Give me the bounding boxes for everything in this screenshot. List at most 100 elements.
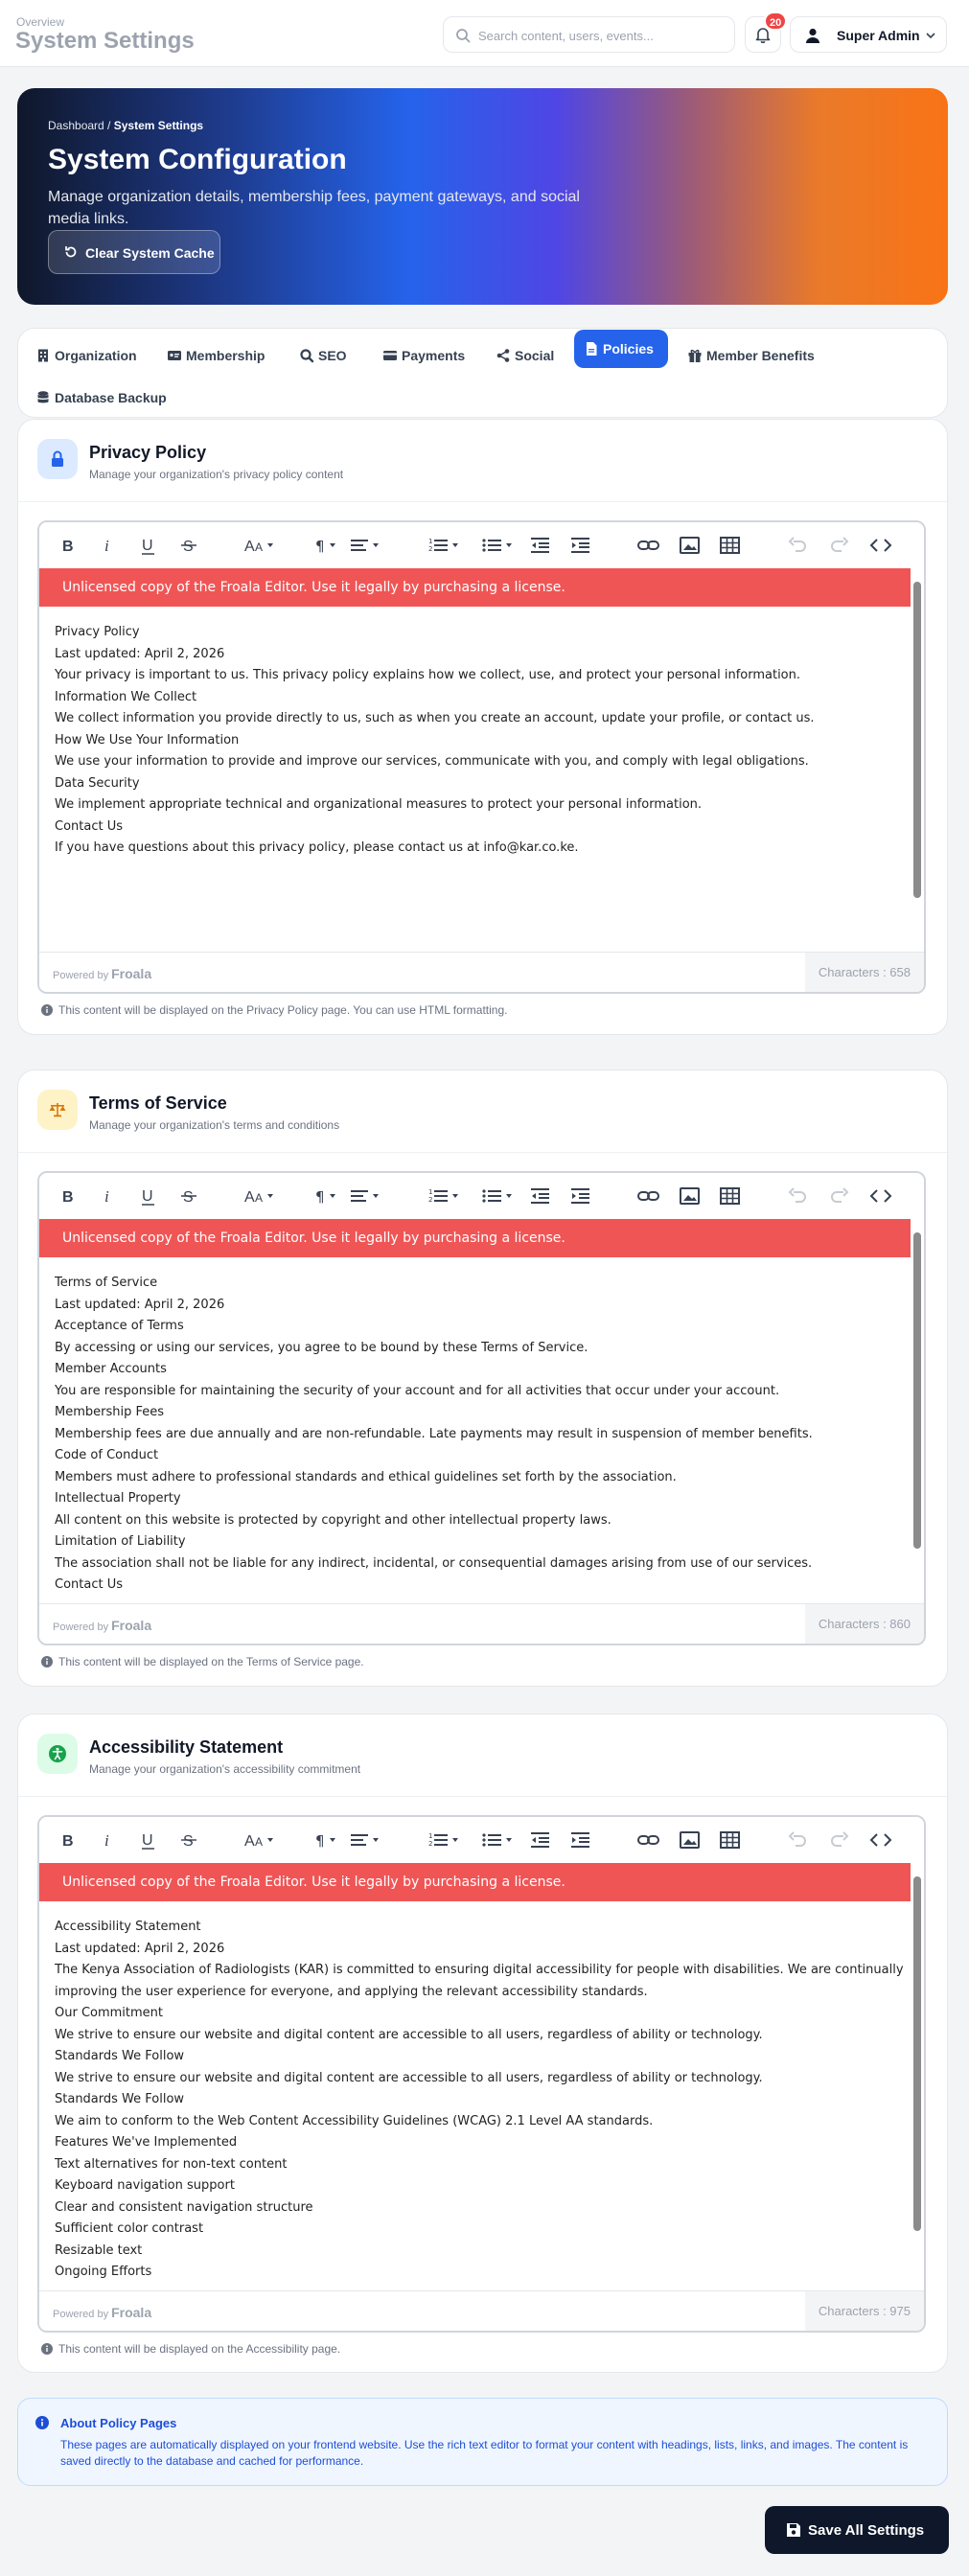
license-banner[interactable]: Unlicensed copy of the Froala Editor. Us… xyxy=(39,1219,911,1257)
svg-text:A: A xyxy=(244,1833,255,1850)
svg-text:i: i xyxy=(104,537,109,555)
tab-seo[interactable]: SEO xyxy=(289,336,358,375)
ordered-list-icon[interactable]: 12 xyxy=(428,1184,461,1208)
scroll-thumb[interactable] xyxy=(913,582,921,898)
redo-icon[interactable] xyxy=(829,1184,850,1208)
bold-icon[interactable]: B xyxy=(60,1828,76,1852)
code-view-icon[interactable] xyxy=(869,534,892,557)
underline-icon[interactable]: U xyxy=(141,1184,156,1208)
save-all-settings-button[interactable]: Save All Settings xyxy=(765,2506,949,2554)
undo-icon[interactable] xyxy=(787,534,808,557)
strikethrough-icon[interactable]: S xyxy=(181,1828,196,1852)
content-line: Features We've Implemented xyxy=(55,2135,238,2150)
powered-by[interactable]: Powered by Froala xyxy=(53,1618,151,1633)
svg-text:A: A xyxy=(244,1189,255,1206)
strikethrough-icon[interactable]: S xyxy=(181,534,196,557)
code-view-icon[interactable] xyxy=(869,1828,892,1852)
user-menu-button[interactable]: Super Admin xyxy=(790,16,947,53)
outdent-icon[interactable] xyxy=(530,1184,551,1208)
italic-icon[interactable]: i xyxy=(103,1828,114,1852)
topbar-breadcrumb[interactable]: Overview xyxy=(16,15,64,29)
undo-icon[interactable] xyxy=(787,1184,808,1208)
redo-icon[interactable] xyxy=(829,534,850,557)
indent-icon[interactable] xyxy=(570,1828,591,1852)
underline-icon[interactable]: U xyxy=(141,534,156,557)
unordered-list-icon[interactable] xyxy=(482,1828,515,1852)
license-banner[interactable]: Unlicensed copy of the Froala Editor. Us… xyxy=(39,1863,911,1901)
outdent-icon[interactable] xyxy=(530,534,551,557)
align-icon[interactable] xyxy=(350,1828,382,1852)
editor-scrollbar[interactable] xyxy=(911,1863,924,2290)
content-line: You are responsible for maintaining the … xyxy=(55,1383,780,1398)
tab-organization[interactable]: Organization xyxy=(26,336,150,375)
indent-icon[interactable] xyxy=(570,534,591,557)
terms-of-service-editor[interactable]: B i U S AA ¶ 12 Unlicensed copy of the F… xyxy=(37,1171,926,1645)
powered-by[interactable]: Powered by Froala xyxy=(53,966,151,981)
paragraph-format-icon[interactable]: ¶ xyxy=(315,1828,338,1852)
bold-icon[interactable]: B xyxy=(60,534,76,557)
editor-scrollbar[interactable] xyxy=(911,568,924,950)
tab-member-benefits[interactable]: Member Benefits xyxy=(678,336,821,375)
editor-content[interactable]: Privacy Policy Last updated: April 2, 20… xyxy=(55,622,908,881)
editor-content[interactable]: Accessibility Statement Last updated: Ap… xyxy=(55,1917,908,2288)
strikethrough-icon[interactable]: S xyxy=(181,1184,196,1208)
search-input[interactable] xyxy=(478,25,727,46)
table-icon[interactable] xyxy=(720,1184,741,1208)
search-icon xyxy=(300,349,314,363)
font-size-icon[interactable]: AA xyxy=(244,534,277,557)
license-banner[interactable]: Unlicensed copy of the Froala Editor. Us… xyxy=(39,568,911,607)
bold-icon[interactable]: B xyxy=(60,1184,76,1208)
accessibility-statement-editor[interactable]: B i U S AA ¶ 12 Unlicensed copy of the F… xyxy=(37,1815,926,2333)
ordered-list-icon[interactable]: 12 xyxy=(428,534,461,557)
ordered-list-icon[interactable]: 12 xyxy=(428,1828,461,1852)
font-size-icon[interactable]: AA xyxy=(244,1828,277,1852)
content-line: Contact Us xyxy=(55,818,123,834)
breadcrumb-dashboard[interactable]: Dashboard xyxy=(48,119,104,132)
character-count: Characters : 658 xyxy=(804,953,924,992)
italic-icon[interactable]: i xyxy=(103,534,114,557)
file-icon xyxy=(587,342,597,356)
clear-cache-button[interactable]: Clear System Cache xyxy=(48,230,220,274)
content-line: Member Accounts xyxy=(55,1362,167,1376)
svg-text:S: S xyxy=(183,1833,194,1850)
link-icon[interactable] xyxy=(637,1828,660,1852)
unordered-list-icon[interactable] xyxy=(482,534,515,557)
font-size-icon[interactable]: AA xyxy=(244,1184,277,1208)
align-icon[interactable] xyxy=(350,534,382,557)
editor-scrollbar[interactable] xyxy=(911,1219,924,1602)
tab-membership[interactable]: Membership xyxy=(157,336,282,375)
tab-social[interactable]: Social xyxy=(486,336,565,375)
table-icon[interactable] xyxy=(720,534,741,557)
scroll-thumb[interactable] xyxy=(913,1876,921,2231)
image-icon[interactable] xyxy=(680,1184,701,1208)
underline-icon[interactable]: U xyxy=(141,1828,156,1852)
tab-policies[interactable]: Policies xyxy=(574,330,668,368)
code-view-icon[interactable] xyxy=(869,1184,892,1208)
notifications-button[interactable]: 20 xyxy=(745,12,788,53)
privacy-policy-editor[interactable]: B i U S AA ¶ 12 Unlicensed copy of the F… xyxy=(37,520,926,994)
link-icon[interactable] xyxy=(637,1184,660,1208)
editor-content[interactable]: Terms of Service Last updated: April 2, … xyxy=(55,1273,908,1601)
table-icon[interactable] xyxy=(720,1828,741,1852)
tab-payments[interactable]: Payments xyxy=(373,336,478,375)
content-line: The association shall not be liable for … xyxy=(55,1555,813,1571)
align-icon[interactable] xyxy=(350,1184,382,1208)
italic-icon[interactable]: i xyxy=(103,1184,114,1208)
redo-icon[interactable] xyxy=(829,1828,850,1852)
image-icon[interactable] xyxy=(680,534,701,557)
outdent-icon[interactable] xyxy=(530,1828,551,1852)
scroll-thumb[interactable] xyxy=(913,1232,921,1549)
image-icon[interactable] xyxy=(680,1828,701,1852)
undo-icon[interactable] xyxy=(787,1828,808,1852)
hero-title: System Configuration xyxy=(48,144,347,175)
indent-icon[interactable] xyxy=(570,1184,591,1208)
powered-by[interactable]: Powered by Froala xyxy=(53,2305,151,2320)
search-box[interactable] xyxy=(443,16,735,53)
tab-database-backup[interactable]: Database Backup xyxy=(26,379,170,417)
tab-label: Database Backup xyxy=(55,390,167,405)
paragraph-format-icon[interactable]: ¶ xyxy=(315,1184,338,1208)
paragraph-format-icon[interactable]: ¶ xyxy=(315,534,338,557)
link-icon[interactable] xyxy=(637,534,660,557)
unordered-list-icon[interactable] xyxy=(482,1184,515,1208)
credit-card-icon xyxy=(383,351,397,360)
